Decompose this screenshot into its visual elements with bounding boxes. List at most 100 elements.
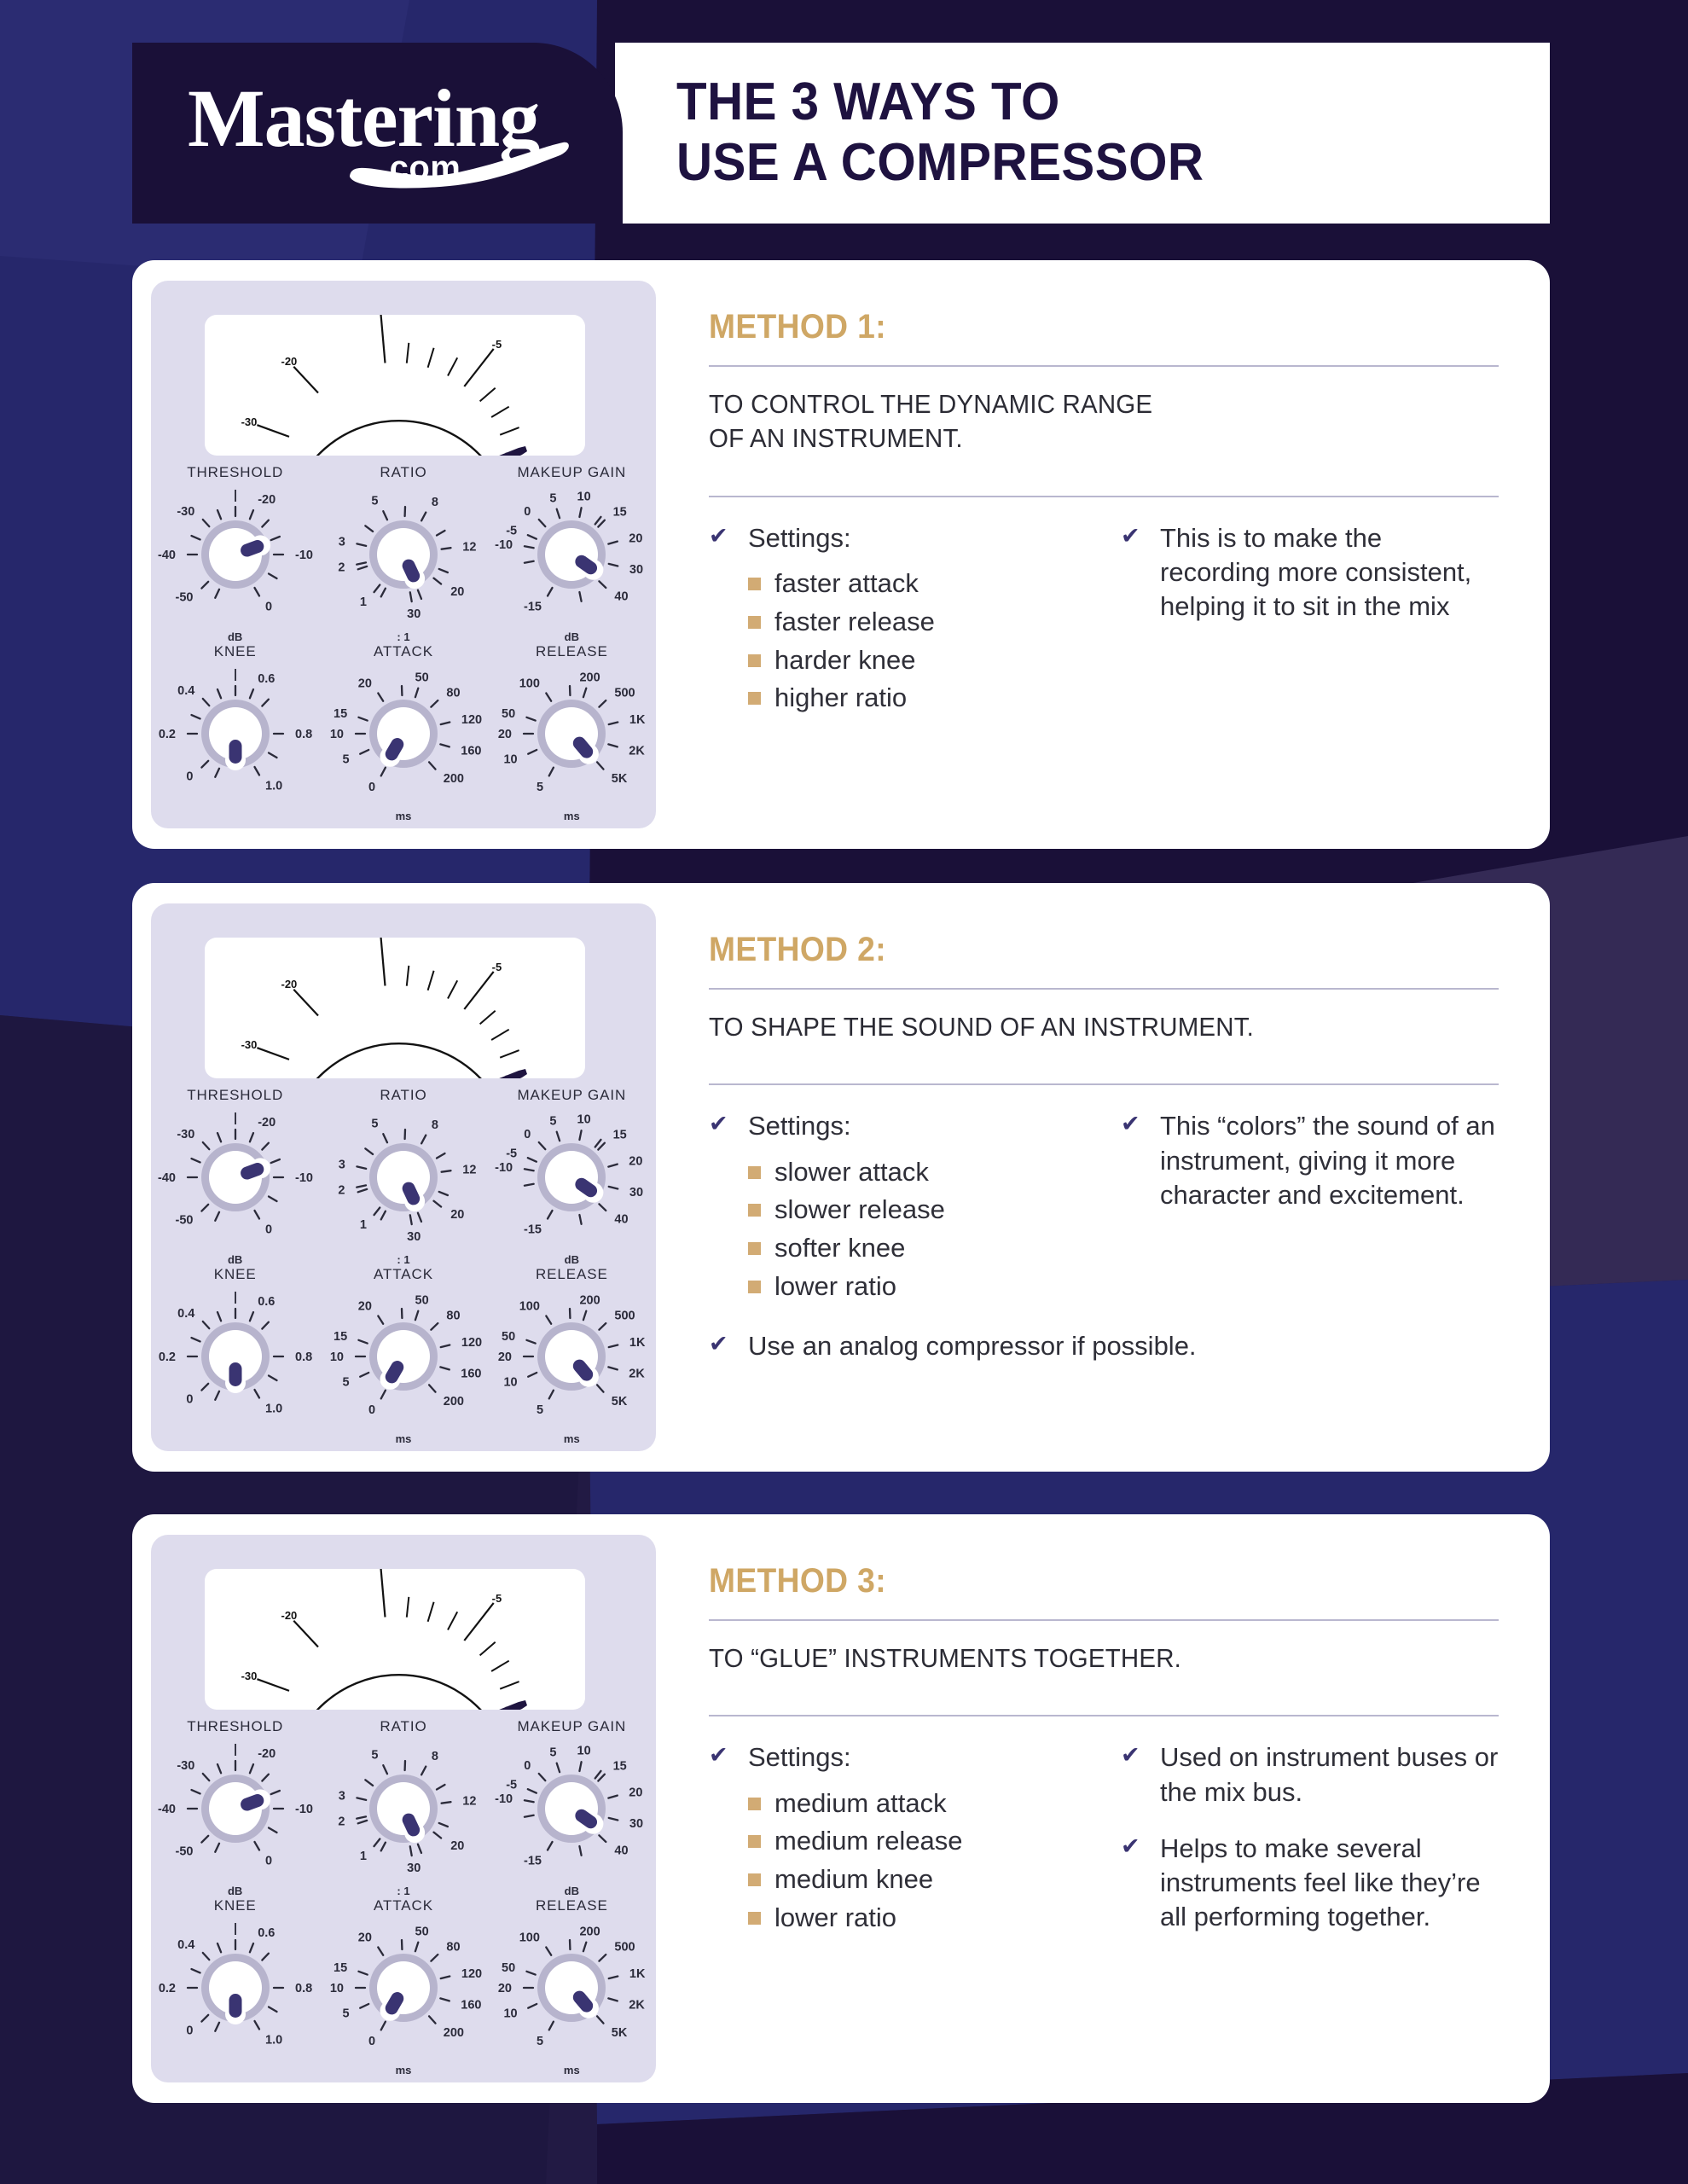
svg-text:0.6: 0.6 — [258, 1926, 275, 1940]
knob-dial[interactable]: 10 15 20 50 80 120 160 200 0 5 — [322, 665, 484, 809]
svg-text:5K: 5K — [612, 772, 628, 786]
knob-dial[interactable]: -40 -30 | -20 -10 0 -50 — [154, 1740, 316, 1884]
svg-text:10: 10 — [504, 753, 518, 767]
svg-text:40: 40 — [615, 1844, 629, 1858]
knob-attack[interactable]: ATTACK 10 15 20 50 80 120 160 200 0 5 ms — [319, 1266, 487, 1445]
knob-makeup-gain[interactable]: MAKEUP GAIN 0 5 10 15 20 30 40 -15 -10 -5 dB — [488, 1087, 656, 1266]
knob-dial[interactable]: 3 5 8 12 20 30 1 2 — [322, 1109, 484, 1252]
knob-dial[interactable]: 3 5 8 12 20 30 1 2 — [322, 486, 484, 630]
knob-dial[interactable]: 3 5 8 12 20 30 1 2 — [322, 1740, 484, 1884]
svg-text:20: 20 — [358, 1300, 372, 1314]
knob-attack[interactable]: ATTACK 10 15 20 50 80 120 160 200 0 5 ms — [319, 1897, 487, 2077]
knob-release[interactable]: RELEASE 20 50 100 200 500 1K 2K 5K 5 10 ms — [488, 1897, 656, 2077]
svg-text:-40: -40 — [158, 1171, 176, 1185]
svg-text:50: 50 — [502, 1961, 515, 1975]
knob-release[interactable]: RELEASE 20 50 100 200 500 1K 2K 5K 5 10 ms — [488, 1266, 656, 1445]
knob-dial[interactable]: 0 5 10 15 20 30 40 -15 -10 -5 — [490, 1740, 653, 1884]
knob-unit: dB — [564, 630, 579, 643]
svg-text:-10: -10 — [295, 1803, 313, 1816]
svg-text:20: 20 — [450, 1208, 464, 1222]
setting-item: medium release — [748, 1823, 1097, 1859]
knob-ratio[interactable]: RATIO 3 5 8 12 20 30 1 2 : 1 — [319, 1718, 487, 1897]
setting-text: slower release — [774, 1194, 945, 1225]
knob-dial[interactable]: 10 15 20 50 80 120 160 200 0 5 — [322, 1920, 484, 2063]
knob-threshold[interactable]: THRESHOLD -40 -30 | -20 -10 0 -50 dB — [151, 464, 319, 643]
svg-text:0.2: 0.2 — [158, 1350, 175, 1364]
svg-text:20: 20 — [450, 585, 464, 599]
knob-threshold[interactable]: THRESHOLD -40 -30 | -20 -10 0 -50 dB — [151, 1087, 319, 1266]
settings-column: ✔ Settings: slower attack slower release… — [709, 1109, 1097, 1307]
knob-dial[interactable]: 0 5 10 15 20 30 40 -15 -10 -5 — [490, 1109, 653, 1252]
svg-text:2K: 2K — [629, 1367, 646, 1380]
svg-text:5: 5 — [371, 1118, 378, 1131]
svg-text:-5: -5 — [492, 338, 502, 351]
knob-dial[interactable]: 0 5 10 15 20 30 40 -15 -10 -5 — [490, 486, 653, 630]
knob-knee[interactable]: KNEE 0.2 0.4 | 0.6 0.8 1.0 0 — [151, 1897, 319, 2077]
svg-text:|: | — [234, 489, 237, 502]
setting-text: faster release — [774, 606, 935, 636]
setting-text: softer knee — [774, 1233, 906, 1263]
knob-ratio[interactable]: RATIO 3 5 8 12 20 30 1 2 : 1 — [319, 464, 487, 643]
svg-text:0: 0 — [186, 1393, 193, 1407]
knob-makeup-gain[interactable]: MAKEUP GAIN 0 5 10 15 20 30 40 -15 -10 -5 dB — [488, 1718, 656, 1897]
svg-text:5: 5 — [343, 2007, 350, 2021]
svg-text:0: 0 — [525, 505, 531, 519]
knob-dial[interactable]: 0.2 0.4 | 0.6 0.8 1.0 0 — [154, 665, 316, 809]
svg-text:200: 200 — [580, 1925, 600, 1938]
knob-unit: : 1 — [397, 1885, 410, 1897]
knob-dial[interactable]: -40 -30 | -20 -10 0 -50 — [154, 486, 316, 630]
svg-text:0: 0 — [265, 1223, 272, 1237]
settings-label: Settings: — [748, 522, 851, 553]
bullet-square-icon — [748, 1835, 761, 1849]
note-text: Used on instrument buses or the mix bus. — [1160, 1742, 1499, 1807]
knob-unit: ms — [395, 1432, 412, 1445]
svg-text:0.8: 0.8 — [295, 1350, 312, 1364]
svg-text:-10: -10 — [495, 1161, 513, 1175]
knob-unit: ms — [563, 1432, 580, 1445]
notes-column: ✔ Used on instrument buses or the mix bu… — [1121, 1740, 1499, 1941]
check-icon: ✔ — [709, 522, 728, 549]
bullet-square-icon — [748, 1204, 761, 1217]
svg-text:40: 40 — [615, 1213, 629, 1227]
knob-release[interactable]: RELEASE 20 50 100 200 500 1K 2K 5K 5 10 ms — [488, 643, 656, 822]
setting-text: medium attack — [774, 1787, 947, 1818]
svg-text:-30: -30 — [177, 1128, 194, 1141]
svg-text:1: 1 — [360, 1850, 367, 1863]
knob-row-top: THRESHOLD -40 -30 | -20 -10 0 -50 dB RATIO 358… — [151, 1718, 656, 1897]
knob-ratio[interactable]: RATIO 3 5 8 12 20 30 1 2 : 1 — [319, 1087, 487, 1266]
setting-item: faster release — [748, 604, 1097, 640]
svg-text:200: 200 — [580, 1293, 600, 1307]
knob-dial[interactable]: 20 50 100 200 500 1K 2K 5K 5 10 — [490, 1288, 653, 1432]
svg-text:|: | — [234, 668, 237, 682]
knob-dial[interactable]: 10 15 20 50 80 120 160 200 0 5 — [322, 1288, 484, 1432]
knob-label: KNEE — [213, 1897, 257, 1914]
notes-column: ✔ This “colors” the sound of an instrume… — [1121, 1109, 1499, 1307]
setting-item: slower attack — [748, 1154, 1097, 1190]
note-item: ✔ Used on instrument buses or the mix bu… — [1121, 1740, 1499, 1809]
check-icon: ✔ — [1121, 1111, 1140, 1137]
brand-logo[interactable]: Mastering .com — [132, 43, 623, 224]
svg-text:0.6: 0.6 — [258, 1295, 275, 1309]
knob-dial[interactable]: 20 50 100 200 500 1K 2K 5K 5 10 — [490, 665, 653, 809]
knob-knee[interactable]: KNEE 0.2 0.4 | 0.6 0.8 1.0 0 — [151, 643, 319, 822]
knob-makeup-gain[interactable]: MAKEUP GAIN 0 5 10 15 20 30 40 -15 -10 -5 dB — [488, 464, 656, 643]
svg-text:30: 30 — [407, 1862, 421, 1875]
svg-text:0: 0 — [525, 1128, 531, 1141]
knob-dial[interactable]: 0.2 0.4 | 0.6 0.8 1.0 0 — [154, 1288, 316, 1432]
knob-knee[interactable]: KNEE 0.2 0.4 | 0.6 0.8 1.0 0 — [151, 1266, 319, 1445]
method-heading: METHOD 3: — [709, 1562, 886, 1600]
svg-text:0.4: 0.4 — [177, 684, 194, 698]
svg-text:-10: -10 — [295, 549, 313, 562]
svg-text:-10: -10 — [495, 1792, 513, 1806]
vu-meter: -50-30-20-10-50 — [205, 938, 585, 1078]
note-text: Helps to make several instruments feel l… — [1160, 1833, 1481, 1932]
knob-dial[interactable]: 20 50 100 200 500 1K 2K 5K 5 10 — [490, 1920, 653, 2063]
knob-dial[interactable]: 0.2 0.4 | 0.6 0.8 1.0 0 — [154, 1920, 316, 2063]
knob-threshold[interactable]: THRESHOLD -40 -30 | -20 -10 0 -50 dB — [151, 1718, 319, 1897]
settings-list: faster attack faster release harder knee… — [748, 566, 1097, 716]
knob-attack[interactable]: ATTACK 10 15 20 50 80 120 160 200 0 5 ms — [319, 643, 487, 822]
svg-text:|: | — [234, 1112, 237, 1125]
svg-text:-40: -40 — [158, 549, 176, 562]
knob-dial[interactable]: -40 -30 | -20 -10 0 -50 — [154, 1109, 316, 1252]
svg-text:5: 5 — [550, 1114, 557, 1128]
